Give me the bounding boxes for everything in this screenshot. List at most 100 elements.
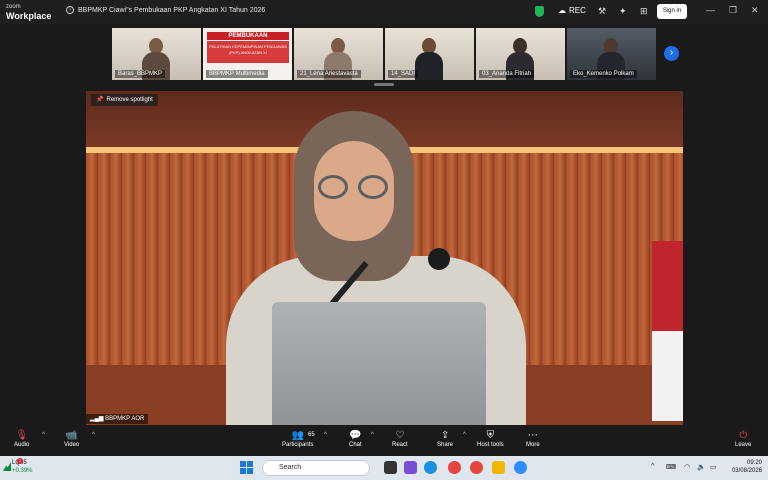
- zoom-app-icon[interactable]: [514, 461, 527, 474]
- more-button[interactable]: ⋯ More: [526, 430, 540, 448]
- video-label: Video: [64, 442, 80, 448]
- participant-thumb[interactable]: Baras_BBPMKP: [112, 28, 201, 80]
- chrome-icon[interactable]: [448, 461, 461, 474]
- clock-time: 09:20: [746, 460, 762, 466]
- leave-button[interactable]: ⏻ Leave: [735, 430, 751, 448]
- share-button[interactable]: ⇪ Share ^: [437, 430, 466, 448]
- participant-name: Baras_BBPMKP: [115, 70, 166, 78]
- cloud-icon: ☁: [558, 6, 566, 15]
- close-icon[interactable]: ✕: [751, 5, 759, 16]
- participants-label: Participants: [282, 442, 314, 448]
- participants-count: 65: [308, 432, 315, 438]
- react-label: React: [392, 442, 408, 448]
- audio-label: Audio: [14, 442, 30, 448]
- stock-chart-icon: [3, 462, 11, 471]
- chrome-profile-icon[interactable]: [470, 461, 483, 474]
- grid-icon[interactable]: ⊞: [640, 6, 648, 17]
- participant-name: 21_Lena Ariestavasta: [297, 70, 361, 78]
- meeting-toolbar: 🎙 Audio ^ 📹 Video ^ 👥 Participants 65 ^ …: [0, 426, 768, 456]
- participant-name: 14_SADI: [388, 70, 419, 78]
- shield-icon[interactable]: [535, 6, 544, 17]
- windows-taskbar: LQ45 +0.39% ⌕ Search ^ ⌨ ◠ 🔈 ▭ 09:20 03/…: [0, 456, 768, 480]
- battery-icon[interactable]: ▭: [710, 463, 717, 471]
- participant-thumb[interactable]: 21_Lena Ariestavasta: [294, 28, 383, 80]
- share-screen-icon: ⇪: [440, 430, 450, 441]
- title-bar: zoom Workplace i BBPMKP Ciawi"s Pembukaa…: [0, 0, 768, 24]
- host-tools-label: Host tools: [477, 442, 504, 448]
- tray-overflow-icon[interactable]: ^: [651, 463, 654, 470]
- logo-line-2: Workplace: [6, 11, 52, 21]
- participants-options-caret[interactable]: ^: [324, 432, 327, 438]
- task-view-icon[interactable]: [384, 461, 397, 474]
- react-button[interactable]: ♡ React: [392, 430, 408, 448]
- chat-options-caret[interactable]: ^: [371, 432, 374, 438]
- info-icon[interactable]: i: [66, 6, 74, 14]
- file-explorer-icon[interactable]: [492, 461, 505, 474]
- next-page-button[interactable]: ›: [664, 46, 679, 61]
- participant-name: BBPMKP Multimedia: [206, 70, 268, 78]
- participant-avatar: [415, 38, 443, 80]
- remove-spotlight-label: Remove spotlight: [106, 97, 153, 103]
- meeting-title-text: BBPMKP Ciawi"s Pembukaan PKP Angkatan XI…: [78, 6, 266, 14]
- edge-icon[interactable]: [424, 461, 437, 474]
- video-options-caret[interactable]: ^: [92, 432, 95, 438]
- shield-tools-icon: ⛨: [486, 430, 495, 441]
- notification-badge: 1: [17, 458, 23, 464]
- more-label: More: [526, 442, 540, 448]
- system-clock[interactable]: 09:20 03/08/2026: [726, 459, 762, 475]
- zoom-logo: zoom Workplace: [6, 3, 52, 21]
- muted-mic-icon: 🎙: [15, 430, 29, 441]
- pin-icon: 📌: [96, 97, 104, 103]
- sign-in-button[interactable]: Sign in: [657, 4, 687, 19]
- laptop: [272, 302, 486, 425]
- clock-date: 03/08/2026: [731, 468, 762, 474]
- remove-spotlight-button[interactable]: 📌 Remove spotlight: [91, 94, 158, 106]
- banner-title: PEMBUKAAN: [207, 32, 289, 40]
- minimize-icon[interactable]: —: [706, 5, 715, 15]
- participants-button[interactable]: 👥 Participants 65 ^: [282, 430, 327, 448]
- share-label: Share: [437, 442, 454, 448]
- speaker-name-label: ▂▄▆ BBPMKP AOR: [86, 414, 149, 424]
- host-tools-button[interactable]: ⛨ Host tools: [477, 430, 504, 448]
- participant-thumb[interactable]: PEMBUKAAN PELATIHAN KEPEMIMPINAN PENGAWA…: [203, 28, 292, 80]
- chat-label: Chat: [349, 442, 362, 448]
- sparkle-icon[interactable]: ✦: [619, 6, 627, 17]
- wifi-icon[interactable]: ◠: [684, 463, 690, 471]
- rec-label: REC: [569, 6, 586, 15]
- volume-icon[interactable]: 🔈: [697, 463, 706, 471]
- more-icon: ⋯: [527, 430, 538, 441]
- share-options-caret[interactable]: ^: [463, 432, 466, 438]
- speaker-glasses-right: [358, 175, 388, 199]
- banner-text: PELATIHAN KEPEMIMPINAN PENGAWAS (PKP) AN…: [207, 41, 289, 63]
- participant-name: 03_Ananda Fitriah: [479, 70, 535, 78]
- speaker-glasses-left: [318, 175, 348, 199]
- stock-change: +0.39%: [12, 468, 33, 474]
- windows-start-icon[interactable]: [240, 461, 253, 474]
- participant-thumb[interactable]: 03_Ananda Fitriah: [476, 28, 565, 80]
- chat-button[interactable]: 💬 Chat ^: [349, 430, 374, 448]
- chat-icon: 💬: [349, 430, 362, 441]
- rec-indicator[interactable]: ☁ REC: [558, 6, 586, 15]
- audio-options-caret[interactable]: ^: [42, 432, 45, 438]
- participant-thumb[interactable]: Eko_Kemenko Polkam: [567, 28, 656, 80]
- leave-label: Leave: [735, 442, 752, 448]
- search-input[interactable]: Search: [262, 460, 370, 476]
- app-icon[interactable]: [404, 461, 417, 474]
- participant-thumb[interactable]: 14_SADI: [385, 28, 474, 80]
- audio-button[interactable]: 🎙 Audio ^: [14, 430, 45, 448]
- video-flag: [652, 241, 683, 421]
- meeting-title[interactable]: i BBPMKP Ciawi"s Pembukaan PKP Angkatan …: [66, 6, 265, 14]
- microphone-head: [428, 248, 450, 270]
- camera-icon: 📹: [65, 430, 78, 441]
- speaker-name: BBPMKP AOR: [105, 416, 145, 422]
- participant-name: Eko_Kemenko Polkam: [570, 70, 637, 78]
- video-button[interactable]: 📹 Video ^: [64, 430, 95, 448]
- strip-drag-handle[interactable]: [374, 83, 394, 86]
- heart-icon: ♡: [395, 430, 405, 441]
- restore-icon[interactable]: ❐: [729, 5, 737, 16]
- spotlight-video[interactable]: [86, 91, 683, 425]
- signal-icon: ▂▄▆: [90, 416, 104, 422]
- keyboard-icon[interactable]: ⌨: [666, 463, 676, 471]
- leave-icon: ⏻: [739, 430, 748, 441]
- wand-icon[interactable]: ⚒: [598, 6, 606, 17]
